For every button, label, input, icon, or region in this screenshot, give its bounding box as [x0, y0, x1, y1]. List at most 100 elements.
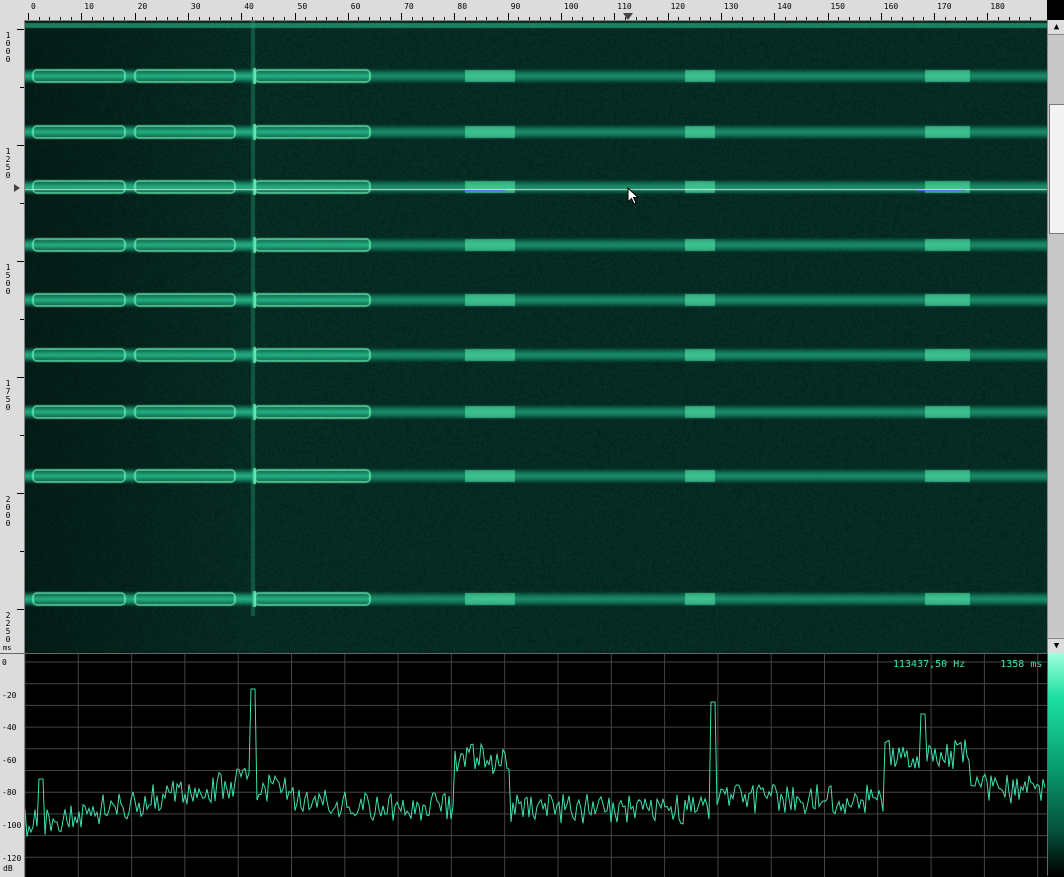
time-minor-tick [20, 203, 24, 204]
db-tick-label: -40 [2, 723, 17, 733]
db-tick-label: 0 [2, 658, 7, 667]
frequency-minor-tick [102, 17, 104, 20]
frequency-tick [187, 13, 189, 20]
time-minor-tick [20, 319, 24, 320]
frequency-minor-tick [443, 17, 445, 20]
frequency-tick-label: 10 [84, 2, 94, 11]
time-tick-label: 2250 [5, 611, 11, 644]
frequency-minor-tick [166, 17, 168, 20]
frequency-minor-tick [465, 17, 467, 20]
frequency-tick [454, 13, 456, 20]
vertical-scrollbar[interactable]: ▲ ▼ [1047, 20, 1064, 653]
ruler-corner [0, 0, 24, 20]
frequency-minor-tick [571, 17, 573, 20]
frequency-minor-tick [795, 17, 797, 20]
frequency-minor-tick [379, 17, 381, 20]
frequency-minor-tick [390, 17, 392, 20]
spectrum-grid [25, 654, 1047, 877]
time-minor-tick [20, 435, 24, 436]
frequency-tick-label: 160 [883, 2, 899, 11]
frequency-tick [880, 13, 882, 20]
color-scale-bar [1047, 653, 1064, 876]
frequency-minor-tick [688, 17, 690, 20]
scroll-thumb[interactable] [1049, 104, 1064, 234]
frequency-minor-tick [497, 17, 499, 20]
frequency-minor-tick [550, 17, 552, 20]
frequency-tick-label: 100 [564, 2, 579, 11]
frequency-tick-label: 170 [937, 2, 952, 11]
frequency-minor-tick [262, 17, 264, 20]
frequency-tick-label: 130 [723, 2, 739, 11]
time-tick [17, 377, 24, 378]
spectrogram-view[interactable] [25, 21, 1047, 653]
frequency-tick [827, 13, 829, 20]
db-axis: 0 -20 -40 -60 -80 -100 -120 dB [0, 654, 25, 877]
frequency-minor-tick [752, 17, 754, 20]
frequency-ruler[interactable]: 0 10 20 30 40 50 60 70 80 90 100 110 120 130 140 150 160… [24, 0, 1064, 21]
time-readout: 1358 ms [1000, 659, 1043, 670]
cursor-readout: 113437,50 Hz 1358 ms [893, 659, 1064, 670]
frequency-minor-tick [539, 17, 541, 20]
frequency-tick-label: 90 [510, 2, 521, 11]
db-tick-label: -100 [2, 821, 22, 830]
frequency-unit-label: kHz [1050, 2, 1064, 11]
frequency-tick [507, 13, 509, 20]
mouse-pointer-icon [627, 187, 639, 205]
frequency-minor-tick [433, 17, 435, 20]
frequency-minor-tick [70, 17, 72, 20]
frequency-minor-tick [411, 17, 413, 20]
time-ruler[interactable]: 1000 1250 1500 1750 2000 2250 ms [0, 20, 25, 668]
frequency-tick [241, 13, 243, 20]
time-tick-label: 1500 [5, 263, 11, 296]
frequency-minor-tick [923, 17, 925, 20]
spectrum-plot[interactable] [25, 654, 1047, 877]
frequency-tick-label: 30 [190, 2, 201, 11]
frequency-minor-tick [656, 17, 658, 20]
db-tick-label: -60 [2, 755, 17, 765]
frequency-minor-tick [369, 17, 371, 20]
frequency-tick-label: 120 [670, 2, 686, 11]
frequency-minor-tick [976, 17, 978, 20]
frequency-minor-tick [635, 17, 637, 20]
frequency-tick [667, 13, 669, 20]
frequency-minor-tick [145, 17, 147, 20]
frequency-minor-tick [358, 17, 360, 20]
frequency-minor-tick [155, 17, 157, 20]
scroll-down-button[interactable]: ▼ [1048, 638, 1064, 653]
frequency-minor-tick [848, 17, 850, 20]
time-tick-label: 1250 [5, 147, 11, 180]
time-unit-label: ms [3, 644, 12, 652]
frequency-minor-tick [646, 17, 648, 20]
frequency-minor-tick [699, 17, 701, 20]
frequency-minor-tick [230, 17, 232, 20]
frequency-minor-tick [891, 17, 893, 20]
db-unit-label: dB [3, 864, 13, 873]
spectrum-trace [25, 688, 1046, 837]
frequency-minor-tick [518, 17, 520, 20]
frequency-minor-tick [486, 17, 488, 20]
frequency-cursor-marker-icon[interactable] [623, 13, 633, 20]
frequency-tick-label: 180 [990, 2, 1005, 11]
time-minor-tick [20, 551, 24, 552]
frequency-minor-tick [678, 17, 680, 20]
frequency-minor-tick [998, 17, 1000, 20]
frequency-minor-tick [315, 17, 317, 20]
frequency-minor-tick [806, 17, 808, 20]
frequency-tick [614, 13, 616, 20]
frequency-minor-tick [422, 17, 424, 20]
time-tick [17, 29, 24, 30]
time-cursor-marker-icon[interactable] [14, 184, 20, 192]
frequency-minor-tick [251, 17, 253, 20]
frequency-tick-label: 140 [777, 2, 792, 11]
frequency-readout: 113437,50 Hz [893, 659, 966, 670]
frequency-tick [934, 13, 936, 20]
frequency-minor-tick [1030, 17, 1032, 20]
frequency-minor-tick [59, 17, 61, 20]
time-tick [17, 609, 24, 610]
frequency-tick [28, 13, 29, 20]
frequency-tick-label: 110 [617, 2, 632, 11]
scroll-up-button[interactable]: ▲ [1048, 20, 1064, 35]
frequency-tick [294, 13, 296, 20]
frequency-tick [720, 13, 722, 20]
db-tick-label: -20 [2, 690, 17, 700]
